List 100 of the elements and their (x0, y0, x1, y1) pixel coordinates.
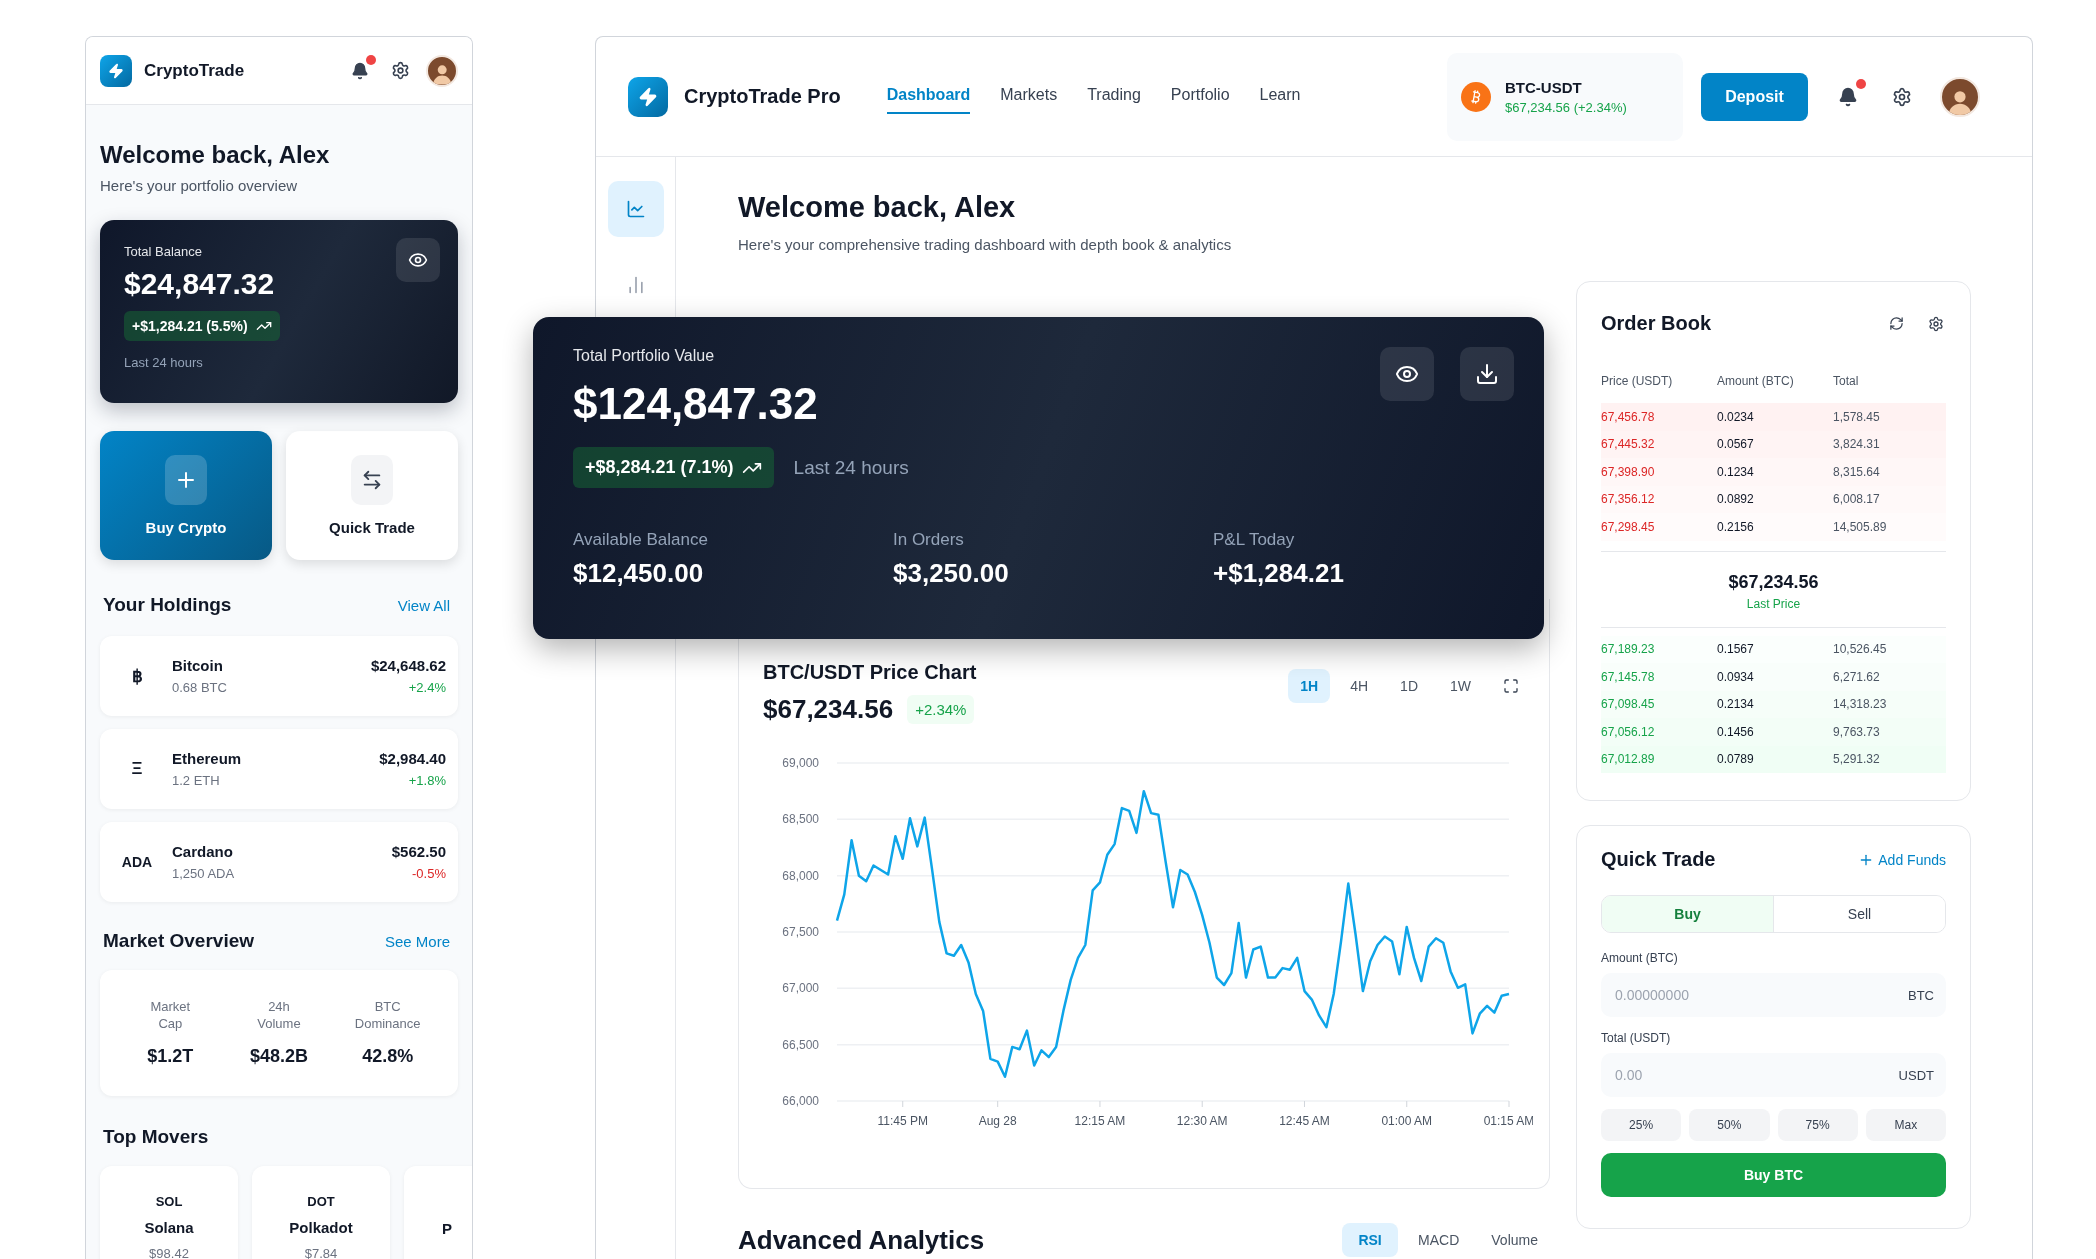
column-header: Price (USDT) (1601, 374, 1674, 388)
deposit-button[interactable]: Deposit (1701, 72, 1808, 121)
amount-cell-text: 0.2156 (1717, 519, 1755, 534)
price-cell-text: 67,445.32 (1601, 437, 1656, 452)
field-input[interactable]: 0.00000000 (1613, 986, 1908, 1004)
download-button[interactable] (1460, 347, 1514, 401)
side-tab[interactable]: Buy (1602, 896, 1774, 932)
logo-icon (628, 76, 668, 117)
see-more-link[interactable]: See More (384, 932, 450, 950)
brand-name: CryptoTrade Pro (684, 85, 841, 108)
total-cell-text: 3,824.31 (1833, 437, 1881, 452)
portfolio-label: Total Portfolio Value (573, 347, 715, 365)
eye-button[interactable] (1380, 347, 1434, 401)
stat-label: In Orders (893, 530, 965, 550)
axis-label: 68,500 (782, 812, 819, 827)
price-cell-text: 67,145.78 (1601, 669, 1656, 684)
percent-button[interactable]: 50% (1689, 1109, 1770, 1141)
price-cell-text: 67,356.12 (1601, 492, 1656, 507)
change-badge: +$1,284.21 (5.5%) (124, 311, 280, 341)
action-button[interactable]: Quick Trade (286, 431, 458, 560)
bid-row[interactable]: 67,145.78 0.0934 6,271.62 (1601, 663, 1946, 691)
total-cell-text: 14,318.23 (1833, 697, 1888, 712)
field-input[interactable]: 0.00 (1613, 1066, 1899, 1084)
coin-name: P (442, 1220, 452, 1237)
total-cell-text: 14,505.89 (1833, 519, 1888, 534)
bitcoin-icon (1461, 81, 1491, 112)
logo-icon (100, 54, 132, 87)
stat-value: 42.8% (362, 1045, 414, 1067)
analytics-tab[interactable]: MACD (1406, 1223, 1472, 1257)
nav-link[interactable]: Dashboard (886, 79, 971, 114)
amount-cell-text: 0.1234 (1717, 464, 1755, 479)
swap-icon (351, 455, 393, 505)
analytics-tab[interactable]: Volume (1479, 1223, 1550, 1257)
change-percent: +1.8% (408, 773, 446, 788)
total-cell-text: 9,763.73 (1833, 724, 1881, 739)
welcome-title: Welcome back, Alex (738, 191, 1017, 224)
ask-row[interactable]: 67,298.45 0.2156 14,505.89 (1601, 513, 1946, 541)
action-button[interactable]: Buy Crypto (100, 431, 272, 560)
percent-button[interactable]: Max (1865, 1109, 1946, 1141)
axis-label: Aug 28 (978, 1114, 1017, 1128)
bid-row[interactable]: 67,056.12 0.1456 9,763.73 (1601, 718, 1946, 746)
price-cell-text: 67,298.45 (1601, 519, 1656, 534)
bid-row[interactable]: 67,098.45 0.2134 14,318.23 (1601, 690, 1946, 718)
bid-row[interactable]: 67,189.23 0.1567 10,526.45 (1601, 635, 1946, 663)
mover-card[interactable]: P (404, 1166, 472, 1259)
axis-label: 01:00 AM (1381, 1114, 1433, 1128)
avatar[interactable] (1940, 76, 1980, 117)
last-price: $67,234.56 (1728, 571, 1819, 593)
coin-name: Cardano (172, 843, 233, 860)
stat-value: $3,250.00 (893, 558, 1010, 589)
percent-button[interactable]: 75% (1777, 1109, 1858, 1141)
analytics-tab[interactable]: RSI (1342, 1223, 1399, 1257)
coin-symbol: ADA (120, 854, 154, 870)
coin-amount: 0.68 BTC (172, 680, 227, 695)
total-cell-text: 5,291.32 (1833, 752, 1881, 767)
chart-title: BTC/USDT Price Chart (763, 661, 977, 684)
stat-label: P&L Today (1213, 530, 1296, 550)
timeframe-tab[interactable]: 1H (1288, 669, 1331, 703)
add-funds-link[interactable]: Add Funds (1858, 851, 1946, 868)
timeframe-tab[interactable]: 1D (1388, 669, 1430, 703)
ask-row[interactable]: 67,445.32 0.0567 3,824.31 (1601, 430, 1946, 458)
nav-link[interactable]: Portfolio (1170, 79, 1230, 114)
axis-label: 12:45 AM (1279, 1114, 1330, 1128)
holding-card[interactable]: ADA Cardano 1,250 ADA $562.50 -0.5% (100, 822, 458, 902)
nav-link[interactable]: Learn (1259, 79, 1301, 114)
view-all-link[interactable]: View All (397, 596, 450, 614)
coin-price: $7.84 (304, 1246, 338, 1259)
avatar[interactable] (426, 54, 458, 87)
nav-link[interactable]: Markets (1000, 79, 1058, 114)
coin-amount: 1.2 ETH (172, 773, 220, 788)
bid-row[interactable]: 67,012.89 0.0789 5,291.32 (1601, 745, 1946, 773)
holding-card[interactable]: ฿ Bitcoin 0.68 BTC $24,648.62 +2.4% (100, 636, 458, 716)
chart-price: $67,234.56 (763, 694, 894, 725)
ask-row[interactable]: 67,456.78 0.0234 1,578.45 (1601, 403, 1946, 431)
stat-value: $1.2T (147, 1045, 194, 1067)
timeframe-tab[interactable]: 1W (1438, 669, 1483, 703)
percent-button[interactable]: 25% (1601, 1109, 1682, 1141)
change-percent: +2.4% (408, 680, 446, 695)
coin-name: Solana (144, 1219, 194, 1236)
total-cell-text: 1,578.45 (1833, 409, 1881, 424)
ask-row[interactable]: 67,356.12 0.0892 6,008.17 (1601, 485, 1946, 513)
mover-card[interactable]: DOT Polkadot $7.84 (252, 1166, 390, 1259)
coin-name: Polkadot (289, 1219, 353, 1236)
stat-value: +$1,284.21 (1213, 558, 1345, 589)
timeframe-tab[interactable]: 4H (1338, 669, 1381, 703)
ask-row[interactable]: 67,398.90 0.1234 8,315.64 (1601, 458, 1946, 486)
mover-card[interactable]: SOL Solana $98.42 (100, 1166, 238, 1259)
eye-button[interactable] (396, 238, 440, 282)
input-field[interactable]: 0.00000000 BTC (1601, 973, 1946, 1017)
section-title: Market Overview (103, 930, 255, 952)
nav-link[interactable]: Trading (1087, 79, 1141, 114)
coin-symbol: SOL (155, 1194, 183, 1209)
stat-value: $12,450.00 (573, 558, 705, 589)
amount-cell-text: 0.0934 (1717, 669, 1755, 684)
input-field[interactable]: 0.00 USDT (1601, 1053, 1946, 1097)
coin-amount: 1,250 ADA (172, 866, 235, 881)
change-badge: +2.34% (907, 695, 975, 724)
holding-card[interactable]: Ξ Ethereum 1.2 ETH $2,984.40 +1.8% (100, 729, 458, 809)
welcome-title: Welcome back, Alex (100, 141, 331, 169)
line-chart-icon (625, 199, 646, 219)
